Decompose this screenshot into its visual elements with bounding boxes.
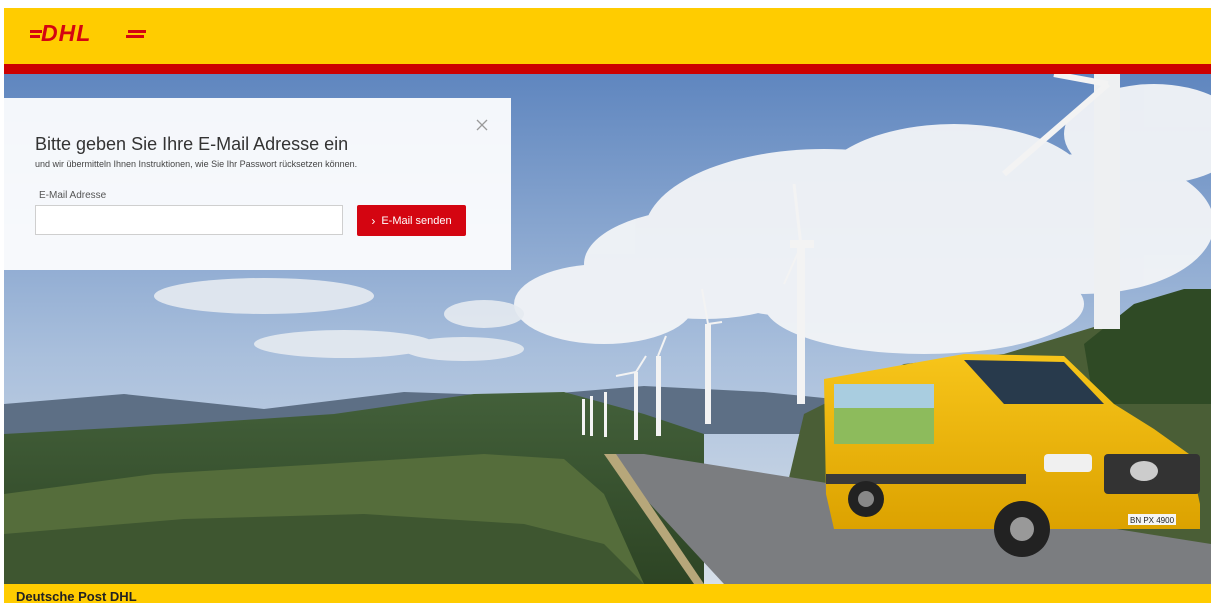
dhl-logo[interactable]: DHL xyxy=(30,20,150,49)
email-label: E-Mail Adresse xyxy=(39,190,107,201)
send-email-button-label: E-Mail senden xyxy=(381,214,452,227)
close-icon[interactable] xyxy=(475,118,489,132)
header-red-stripe xyxy=(4,64,1211,74)
van-license-plate: BN PX 4900 xyxy=(1130,516,1175,525)
dialog-subtitle: und wir übermitteln Ihnen Instruktionen,… xyxy=(35,159,358,169)
send-email-button[interactable]: › E-Mail senden xyxy=(357,205,466,236)
dialog-title: Bitte geben Sie Ihre E-Mail Adresse ein xyxy=(35,134,349,154)
footer-brand[interactable]: Deutsche Post DHL xyxy=(16,589,137,604)
site-header: DHL xyxy=(4,8,1211,64)
chevron-right-icon: › xyxy=(371,213,376,228)
logo-text: DHL xyxy=(41,22,91,44)
site-footer: Deutsche Post DHL xyxy=(4,584,1211,604)
email-input[interactable] xyxy=(35,205,343,235)
reset-password-dialog: Bitte geben Sie Ihre E-Mail Adresse ein … xyxy=(4,98,511,270)
